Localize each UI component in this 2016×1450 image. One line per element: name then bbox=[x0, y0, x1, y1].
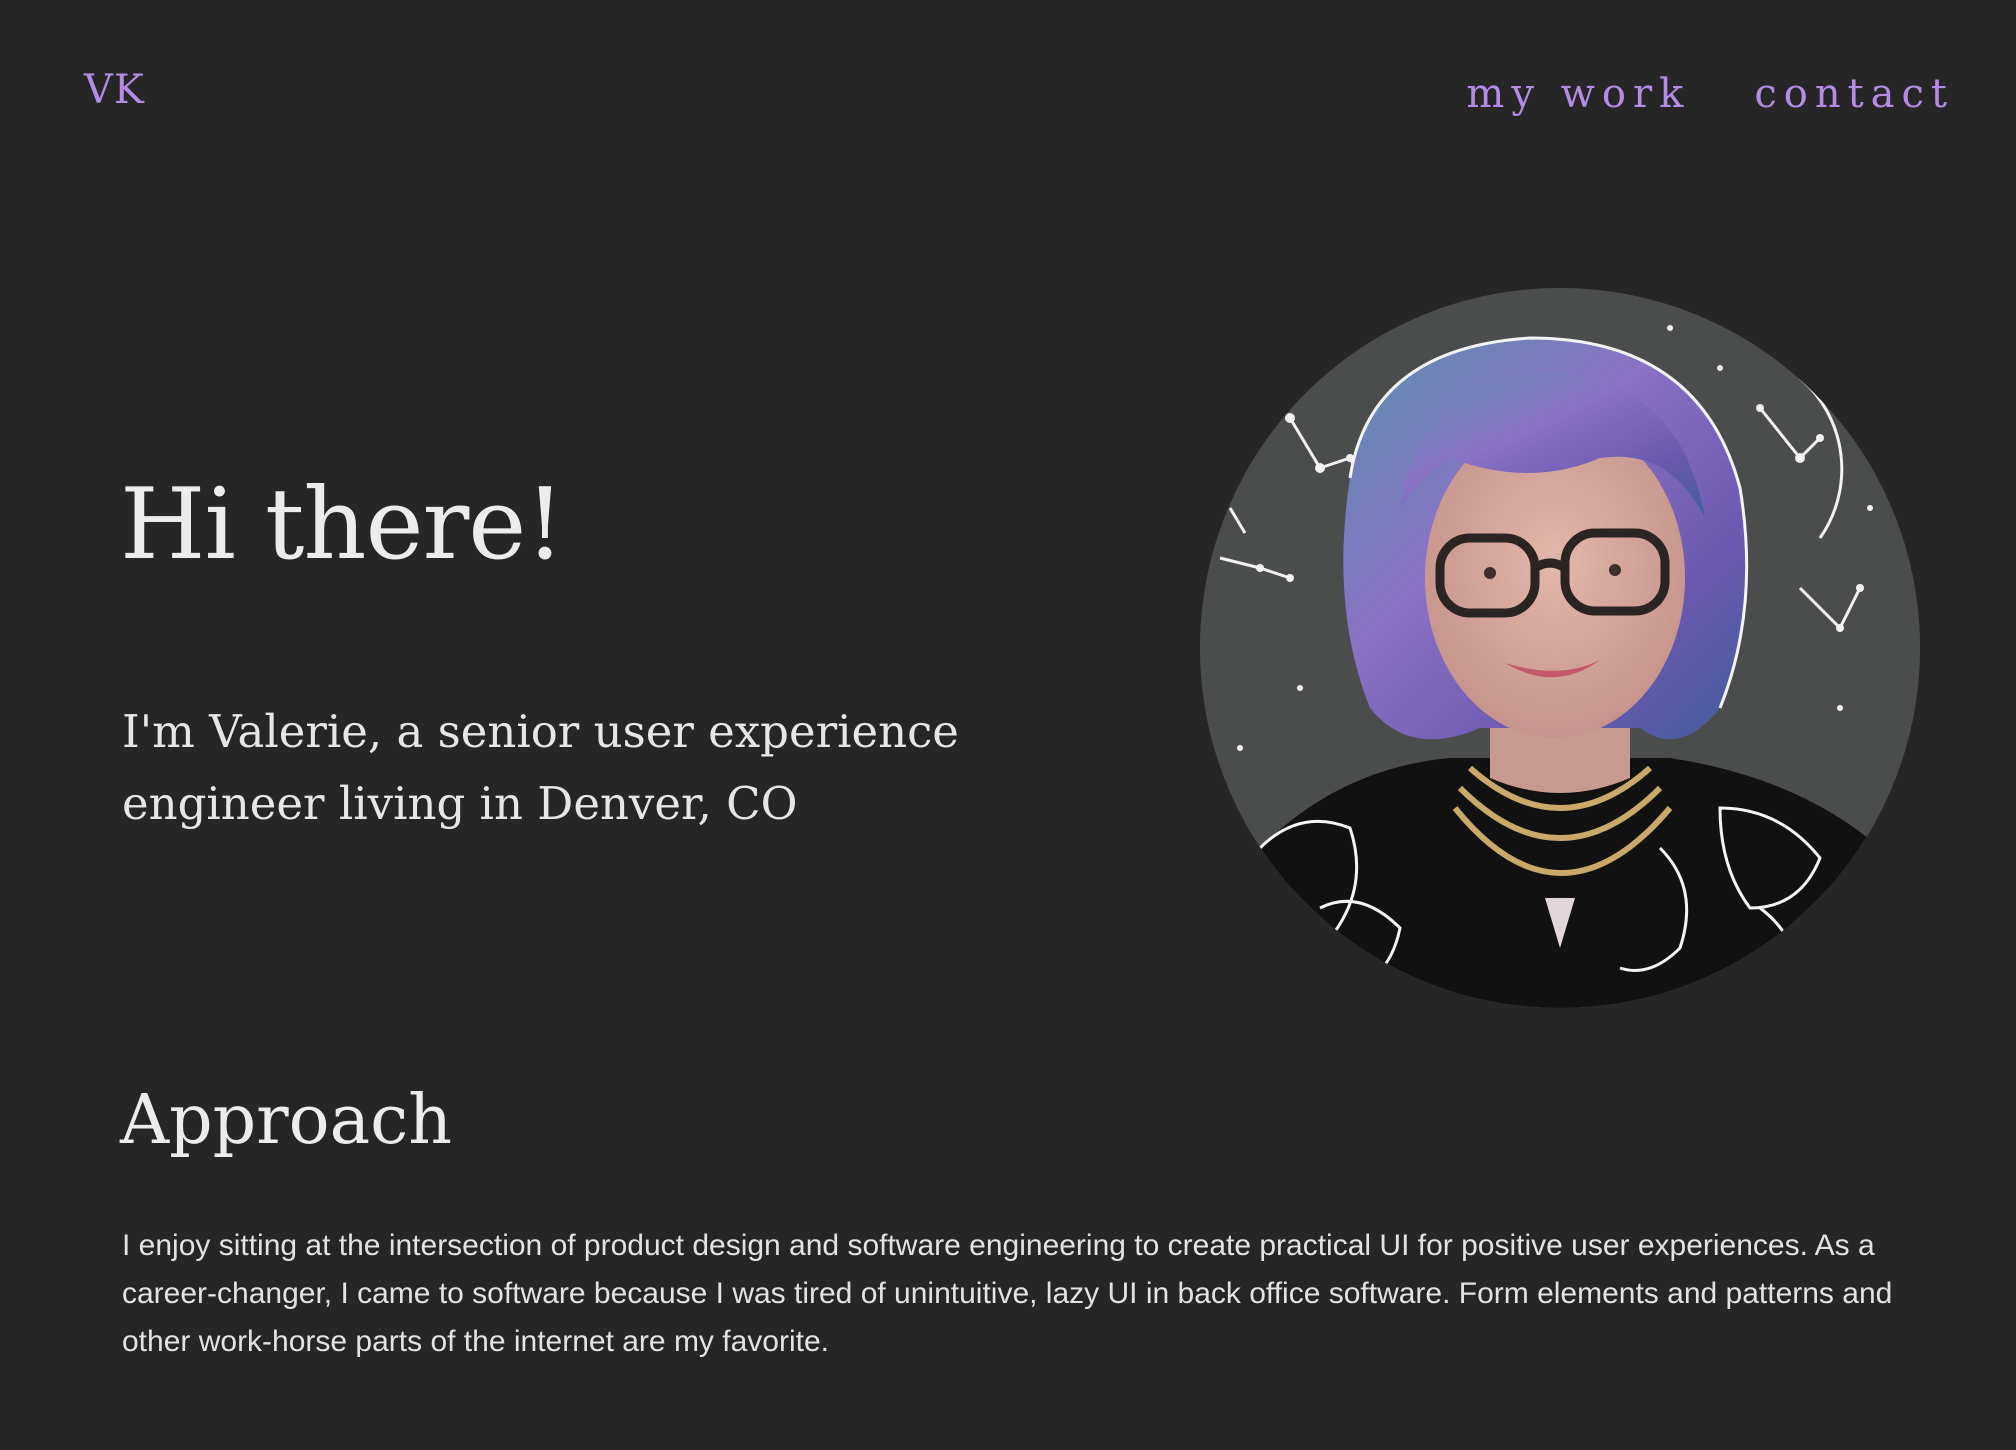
approach-title: Approach bbox=[120, 1081, 453, 1160]
hero-subtitle: I'm Valerie, a senior user experience en… bbox=[122, 705, 959, 830]
page: VK my work contact Hi there! I'm Valerie… bbox=[0, 0, 2016, 1450]
hero-title: Hi there! bbox=[120, 468, 565, 582]
nav-link-contact[interactable]: contact bbox=[1754, 74, 1954, 114]
logo-link[interactable]: VK bbox=[84, 70, 145, 110]
approach-body: I enjoy sitting at the intersection of p… bbox=[122, 1229, 1893, 1358]
portrait-image bbox=[1200, 288, 1920, 1008]
nav-link-my-work[interactable]: my work bbox=[1466, 74, 1690, 114]
main-nav: my work contact bbox=[1466, 74, 1954, 114]
